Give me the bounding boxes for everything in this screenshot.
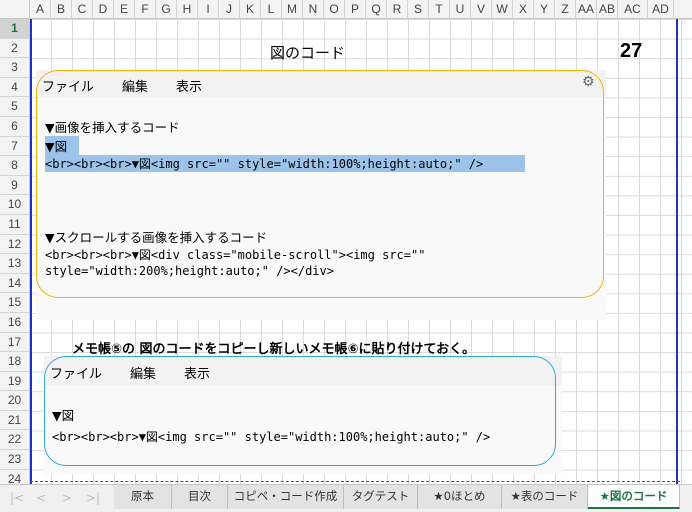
row-header[interactable]: 18 [0,352,29,372]
select-all-corner[interactable] [0,0,30,19]
row-header[interactable]: 12 [0,235,29,255]
column-header[interactable]: K [240,0,261,19]
row-header[interactable]: 4 [0,78,29,98]
row-header[interactable]: 8 [0,156,29,176]
column-header[interactable]: I [198,0,219,19]
tab-table-code[interactable]: ★表のコード [502,485,588,509]
tab-tag-test[interactable]: タグテスト [344,485,418,509]
instruction-text: メモ帳⑤の 図のコードをコピーし新しいメモ帳⑥に貼り付けておく。 [72,342,476,357]
menu-file[interactable]: ファイル [50,363,102,382]
notepad2-code-image: <br><br><br>▼図<img src="" style="width:1… [52,430,491,444]
tab-copipe-code[interactable]: コピペ・コード作成 [228,485,344,509]
notepad2-label-figure: ▼図 [52,408,75,423]
menu-edit[interactable]: 編集 [130,363,156,382]
notepad1-heading-image: ▼画像を挿入するコード [45,120,180,135]
column-header[interactable]: P [345,0,366,19]
menu-edit[interactable]: 編集 [122,76,148,95]
column-header[interactable]: Z [555,0,576,19]
column-header[interactable]: N [303,0,324,19]
row-header[interactable]: 21 [0,411,29,431]
row-header[interactable]: 15 [0,293,29,313]
page-title: 図のコード [270,44,346,62]
column-header[interactable]: H [177,0,198,19]
column-header[interactable]: O [324,0,345,19]
gear-icon[interactable]: ⚙ [582,74,595,90]
column-header[interactable]: V [471,0,492,19]
menu-view[interactable]: 表示 [176,76,202,95]
row-header[interactable]: 3 [0,58,29,78]
column-header[interactable]: Y [534,0,555,19]
row-header[interactable]: 5 [0,97,29,117]
last-sheet-icon[interactable]: >| [86,491,100,505]
column-header[interactable]: L [261,0,282,19]
column-header[interactable]: AB [597,0,618,19]
row-header[interactable]: 16 [0,313,29,333]
notepad1-code-image: <br><br><br>▼図<img src="" style="width:1… [45,155,525,172]
row-headers: 1234567891011121314151617181920212223242… [0,19,30,509]
column-header[interactable]: M [282,0,303,19]
notepad2-menubar: ファイル 編集 表示 [50,363,238,382]
print-area-left-line [30,19,32,484]
row-header[interactable]: 2 [0,39,29,59]
row-header[interactable]: 22 [0,430,29,451]
column-header[interactable]: AD [648,0,674,19]
next-sheet-icon[interactable]: > [62,491,72,505]
row-header[interactable]: 9 [0,176,29,196]
notepad1-code-scroll-line1: <br><br><br>▼図<div class="mobile-scroll"… [45,248,426,262]
row-header[interactable]: 1 [0,19,29,39]
column-header[interactable]: R [387,0,408,19]
first-sheet-icon[interactable]: |< [10,491,24,505]
column-header[interactable]: S [408,0,429,19]
notepad1-heading-scroll: ▼スクロールする画像を挿入するコード [45,230,268,245]
page-number: 27 [620,40,643,62]
prev-sheet-icon[interactable]: < [36,491,46,505]
column-header[interactable]: U [450,0,471,19]
menu-file[interactable]: ファイル [42,76,94,95]
menu-view[interactable]: 表示 [184,363,210,382]
tab-mokuji[interactable]: 目次 [172,485,228,509]
column-header[interactable]: G [156,0,177,19]
column-header[interactable]: E [114,0,135,19]
column-header[interactable]: AC [618,0,648,19]
row-header[interactable]: 6 [0,117,29,137]
print-area-right-line [676,19,678,484]
tab-genpon[interactable]: 原本 [114,485,172,509]
column-header[interactable]: A [30,0,51,19]
column-header[interactable]: B [51,0,72,19]
row-header[interactable]: 7 [0,137,29,157]
row-header[interactable]: 10 [0,195,29,215]
row-header[interactable]: 23 [0,450,29,470]
column-header[interactable]: T [429,0,450,19]
page-break-line [30,481,680,482]
row-header[interactable]: 20 [0,391,29,411]
row-header[interactable]: 19 [0,372,29,392]
row-header[interactable]: 17 [0,333,29,353]
row-header[interactable]: 13 [0,254,29,274]
column-header[interactable]: C [72,0,93,19]
tab-figure-code[interactable]: ★図のコード [588,485,680,509]
column-header[interactable]: D [93,0,114,19]
notepad1-code-scroll-line2: style="width:200%;height:auto;" /></div> [45,264,334,278]
column-headers: A B C D E F G H I J K L M N O P Q R S T U V W X Y Z AA AB AC AD [0,0,692,19]
row-header[interactable]: 14 [0,274,29,294]
column-header[interactable]: AA [576,0,597,19]
sheet-tab-bar: |< < > >| 原本 目次 コピペ・コード作成 タグテスト ★0ほとめ ★表… [0,484,692,512]
row-header[interactable]: 11 [0,215,29,235]
tab-matome[interactable]: ★0ほとめ [418,485,502,509]
column-header[interactable]: F [135,0,156,19]
column-header[interactable]: Q [366,0,387,19]
column-header[interactable]: X [513,0,534,19]
column-header[interactable]: W [492,0,513,19]
notepad1-menubar: ファイル 編集 表示 [42,76,230,95]
column-header[interactable]: J [219,0,240,19]
notepad1-label-figure: ▼図 [45,136,79,155]
